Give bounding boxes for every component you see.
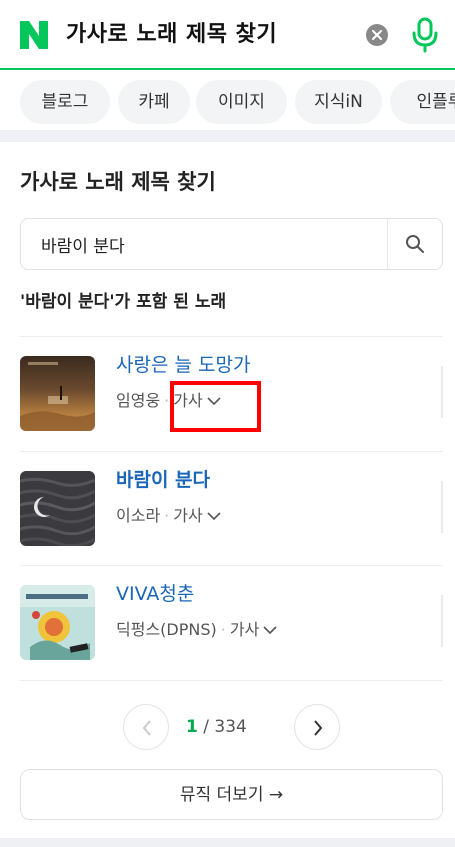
lyrics-search-input[interactable] bbox=[41, 219, 381, 269]
next-page-button[interactable] bbox=[294, 704, 340, 750]
bottom-divider bbox=[0, 838, 455, 847]
album-art-thumbnail[interactable] bbox=[20, 471, 95, 546]
divider bbox=[20, 336, 443, 337]
search-icon bbox=[406, 235, 424, 253]
artist-name[interactable]: 딕펑스(DPNS) bbox=[116, 620, 217, 639]
divider bbox=[20, 565, 443, 566]
lyrics-label: 가사 bbox=[229, 620, 260, 639]
lyrics-toggle-button[interactable]: 가사 bbox=[230, 617, 277, 643]
microphone-icon[interactable] bbox=[410, 17, 440, 53]
album-art-thumbnail[interactable] bbox=[20, 585, 95, 660]
highlight-box bbox=[170, 381, 261, 432]
tab-knowledge-in[interactable]: 지식iN bbox=[295, 80, 382, 124]
song-meta: 딕펑스(DPNS) · 가사 bbox=[116, 617, 277, 643]
search-query[interactable]: 가사로 노래 제목 찾기 bbox=[66, 17, 277, 53]
scroll-hint bbox=[441, 366, 443, 418]
more-music-button[interactable]: 뮤직 더보기 → bbox=[20, 769, 443, 820]
separator-dot: · bbox=[220, 620, 226, 639]
lyrics-label: 가사 bbox=[173, 506, 203, 525]
tab-image[interactable]: 이미지 bbox=[196, 80, 287, 124]
scroll-hint bbox=[441, 481, 443, 533]
chevron-left-icon bbox=[142, 720, 151, 736]
search-button[interactable] bbox=[388, 219, 443, 269]
song-meta: 이소라 · 가사 bbox=[116, 503, 221, 529]
lyrics-toggle-button[interactable]: 가사 bbox=[173, 503, 221, 529]
song-title-link[interactable]: VIVA청춘 bbox=[116, 580, 194, 608]
chevron-down-icon bbox=[207, 512, 221, 521]
song-item: 바람이 분다 이소라 · 가사 bbox=[20, 469, 443, 583]
song-title-link[interactable]: 사랑은 늘 도망가 bbox=[116, 351, 250, 379]
tab-influencer[interactable]: 인플루 bbox=[390, 80, 455, 124]
pagination: 1 / 334 bbox=[0, 704, 455, 750]
tab-blog[interactable]: 블로그 bbox=[20, 80, 110, 124]
chevron-right-icon bbox=[314, 720, 323, 736]
album-art-thumbnail[interactable] bbox=[20, 356, 95, 431]
divider bbox=[20, 451, 443, 452]
separator-dot: · bbox=[164, 391, 170, 410]
separator-dot: · bbox=[164, 506, 170, 525]
divider bbox=[20, 680, 443, 681]
clear-icon[interactable] bbox=[366, 24, 388, 46]
song-title-link[interactable]: 바람이 분다 bbox=[116, 466, 210, 494]
naver-logo[interactable] bbox=[18, 19, 50, 51]
prev-page-button[interactable] bbox=[123, 704, 169, 750]
tab-cafe[interactable]: 카페 bbox=[118, 80, 190, 124]
artist-name[interactable]: 임영웅 bbox=[116, 391, 160, 410]
current-page: 1 bbox=[186, 717, 198, 737]
chevron-down-icon bbox=[263, 626, 277, 635]
artist-name[interactable]: 이소라 bbox=[116, 506, 160, 525]
section-title: 가사로 노래 제목 찾기 bbox=[20, 170, 216, 194]
section-divider bbox=[0, 130, 455, 142]
search-header: 가사로 노래 제목 찾기 bbox=[0, 0, 455, 70]
result-caption: '바람이 분다'가 포함 된 노래 bbox=[20, 292, 227, 312]
page-indicator: 1 / 334 bbox=[186, 713, 247, 741]
total-pages: 334 bbox=[214, 717, 247, 737]
scroll-hint bbox=[441, 595, 443, 647]
page-separator: / bbox=[203, 717, 209, 737]
search-tabs: 블로그 카페 이미지 지식iN 인플루 bbox=[0, 72, 455, 130]
lyrics-search-box bbox=[20, 218, 443, 270]
